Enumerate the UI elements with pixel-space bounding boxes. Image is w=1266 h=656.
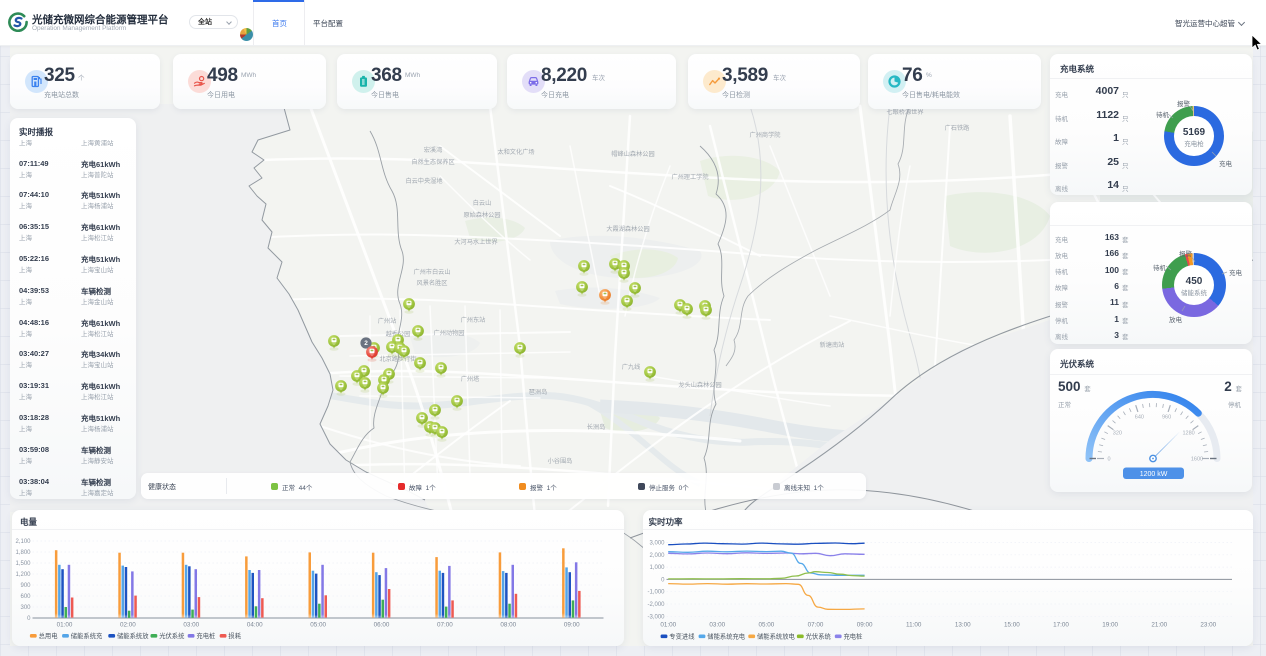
svg-text:广州东站: 广州东站 xyxy=(461,316,486,324)
svg-text:储能系统充: 储能系统充 xyxy=(70,631,102,640)
svg-text:900: 900 xyxy=(20,583,31,589)
svg-text:09:00: 09:00 xyxy=(856,621,872,628)
svg-text:新塘南站: 新塘南站 xyxy=(820,341,845,349)
svg-text:03:00: 03:00 xyxy=(183,622,199,629)
svg-text:光伏系统: 光伏系统 xyxy=(805,632,831,641)
svg-text:0: 0 xyxy=(27,616,31,622)
svg-text:0: 0 xyxy=(661,577,665,583)
svg-text:600: 600 xyxy=(20,594,31,600)
svg-text:广州市白云山: 广州市白云山 xyxy=(413,268,450,276)
svg-text:21:00: 21:00 xyxy=(1151,621,1167,628)
svg-text:自然生态保养区: 自然生态保养区 xyxy=(411,158,454,166)
svg-text:01:00: 01:00 xyxy=(660,621,676,628)
svg-text:640: 640 xyxy=(1135,414,1144,420)
svg-text:广州塔: 广州塔 xyxy=(461,375,480,383)
svg-text:13:00: 13:00 xyxy=(954,621,970,628)
svg-text:09:00: 09:00 xyxy=(563,622,579,629)
svg-text:风景名胜区: 风景名胜区 xyxy=(417,279,448,287)
svg-text:-1,000: -1,000 xyxy=(647,590,665,596)
svg-text:广州站: 广州站 xyxy=(378,317,397,325)
svg-text:帽峰山森林公园: 帽峰山森林公园 xyxy=(611,150,654,158)
svg-text:1,800: 1,800 xyxy=(15,550,31,556)
svg-text:19:00: 19:00 xyxy=(1102,621,1118,628)
svg-text:07:00: 07:00 xyxy=(437,622,453,629)
svg-text:宏溪湾: 宏溪湾 xyxy=(424,146,443,154)
svg-text:04:00: 04:00 xyxy=(246,622,262,629)
svg-text:广州动物园: 广州动物园 xyxy=(434,329,465,337)
svg-text:05:00: 05:00 xyxy=(758,621,774,628)
svg-text:原始森林公园: 原始森林公园 xyxy=(463,211,500,219)
svg-text:白云中央湿地: 白云中央湿地 xyxy=(405,177,442,185)
svg-text:1600: 1600 xyxy=(1191,456,1203,462)
svg-text:1,000: 1,000 xyxy=(649,565,665,571)
svg-text:-2,000: -2,000 xyxy=(647,602,665,608)
svg-text:1200 kW: 1200 kW xyxy=(1140,471,1168,478)
svg-text:小谷围岛: 小谷围岛 xyxy=(548,457,573,465)
svg-text:300: 300 xyxy=(20,605,31,611)
svg-text:2,100: 2,100 xyxy=(15,539,31,545)
svg-text:储能系统放电: 储能系统放电 xyxy=(757,632,795,641)
svg-text:龙头山森林公园: 龙头山森林公园 xyxy=(678,381,721,389)
svg-text:1,500: 1,500 xyxy=(15,561,31,567)
svg-text:充电桩: 充电桩 xyxy=(196,631,216,640)
svg-text:七眼桥源世界: 七眼桥源世界 xyxy=(886,108,923,116)
svg-text:17:00: 17:00 xyxy=(1053,621,1069,628)
svg-text:03:00: 03:00 xyxy=(709,621,725,628)
svg-text:23:00: 23:00 xyxy=(1200,621,1216,628)
svg-text:1,200: 1,200 xyxy=(15,572,31,578)
svg-text:大河马水上世界: 大河马水上世界 xyxy=(454,238,497,246)
svg-text:储能系统放: 储能系统放 xyxy=(117,631,149,640)
svg-text:广石铁路: 广石铁路 xyxy=(945,124,971,132)
svg-text:琶洲岛: 琶洲岛 xyxy=(529,388,548,396)
svg-text:15:00: 15:00 xyxy=(1004,621,1020,628)
svg-text:总用电: 总用电 xyxy=(38,631,58,640)
svg-text:0: 0 xyxy=(1107,456,1110,462)
svg-text:充电桩: 充电桩 xyxy=(843,632,863,641)
svg-text:11:00: 11:00 xyxy=(906,621,922,628)
svg-text:-3,000: -3,000 xyxy=(647,614,665,620)
svg-text:07:00: 07:00 xyxy=(807,621,823,628)
svg-text:太和文化广场: 太和文化广场 xyxy=(497,148,534,156)
svg-text:2,000: 2,000 xyxy=(649,553,665,559)
svg-text:白云山: 白云山 xyxy=(473,199,492,207)
svg-text:08:00: 08:00 xyxy=(500,622,516,629)
svg-text:广九线: 广九线 xyxy=(622,363,641,371)
svg-text:大霞湖森林公园: 大霞湖森林公园 xyxy=(606,225,649,233)
svg-text:专变进线: 专变进线 xyxy=(669,632,695,641)
svg-text:960: 960 xyxy=(1162,414,1171,420)
svg-text:光伏系统: 光伏系统 xyxy=(159,631,185,640)
svg-text:广州商学院: 广州商学院 xyxy=(750,131,781,139)
svg-text:损耗: 损耗 xyxy=(228,631,241,640)
svg-text:01:00: 01:00 xyxy=(56,622,72,629)
svg-text:06:00: 06:00 xyxy=(373,622,389,629)
svg-text:05:00: 05:00 xyxy=(310,622,326,629)
svg-text:储能系统充电: 储能系统充电 xyxy=(707,632,745,641)
svg-text:320: 320 xyxy=(1113,430,1122,436)
svg-text:2: 2 xyxy=(364,340,368,347)
svg-text:广州理工学院: 广州理工学院 xyxy=(671,173,708,181)
svg-text:1280: 1280 xyxy=(1182,430,1194,436)
svg-text:3,000: 3,000 xyxy=(649,541,665,547)
svg-text:02:00: 02:00 xyxy=(120,622,136,629)
svg-text:长洲岛: 长洲岛 xyxy=(587,423,606,431)
